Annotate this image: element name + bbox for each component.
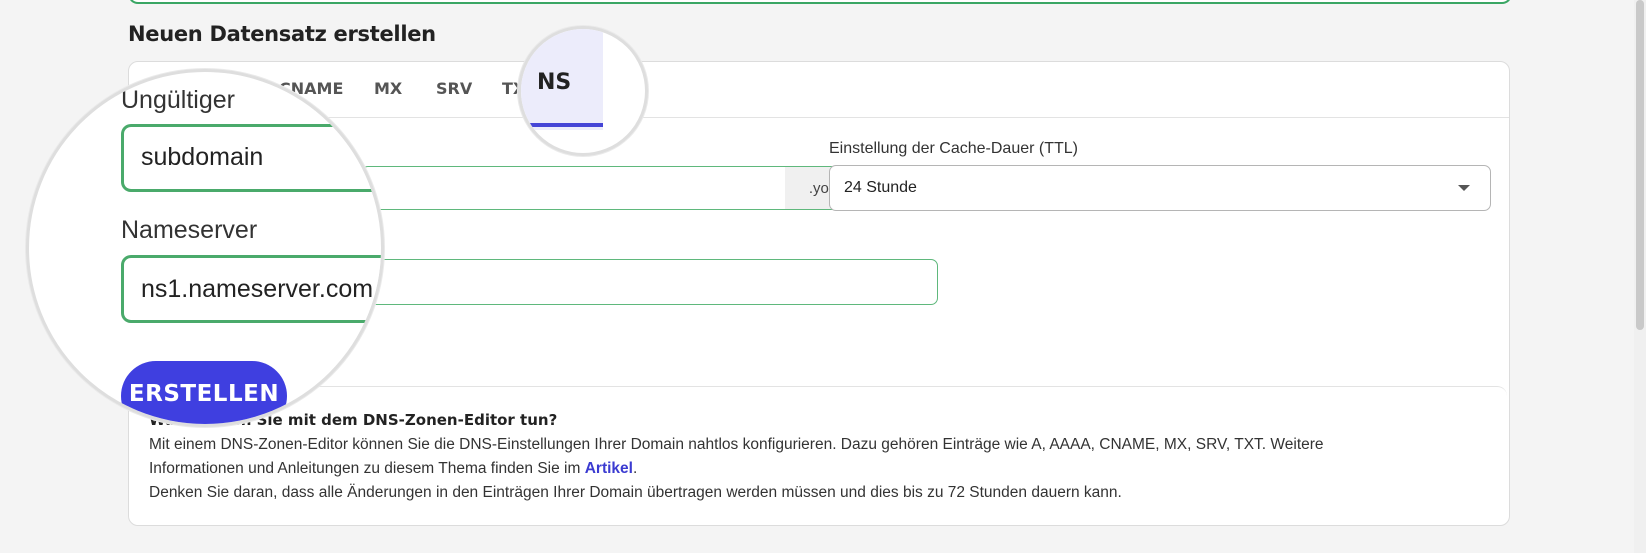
page-scrollbar[interactable] [1634,0,1646,553]
tab-ns[interactable]: NS [537,70,571,95]
info-text-line-2-suffix: . [632,460,638,477]
subdomain-value: subdomain [141,143,264,171]
info-text-line-3: Denken Sie daran, dass alle Änderungen i… [149,484,1122,501]
chevron-down-icon [1458,185,1470,191]
info-text-line-1: Mit einem DNS-Zonen-Editor können Sie di… [149,436,1324,453]
subdomain-input-zoomed[interactable]: subdomain [121,124,381,192]
record-type-tabs: CNAME MX SRV TX [129,62,1509,118]
tab-srv[interactable]: SRV [436,79,472,98]
magnifier-lens-tab: NS [518,26,648,156]
scrollbar-thumb[interactable] [1636,0,1644,330]
tab-ns-underline [521,123,603,127]
nameserver-input-zoomed[interactable]: ns1.nameserver.com [121,255,381,323]
info-box: Was können Sie mit dem DNS-Zonen-Editor … [129,386,1507,525]
article-link[interactable]: Artikel [585,460,633,477]
ttl-select[interactable]: 24 Stunde [829,165,1491,211]
section-title: Neuen Datensatz erstellen [128,22,436,46]
ttl-label: Einstellung der Cache-Dauer (TTL) [829,140,1078,157]
previous-card-edge [128,0,1512,4]
tab-mx[interactable]: MX [374,79,402,98]
create-button[interactable]: ERSTELLEN [121,361,287,424]
nameserver-label: Nameserver [121,216,258,244]
subdomain-label-zoomed: Ungültiger [121,86,235,114]
ttl-value: 24 Stunde [844,179,917,196]
nameserver-value: ns1.nameserver.com [141,275,374,303]
magnifier-lens-form: Ungültiger subdomain Nameserver ns1.name… [26,69,384,427]
nameserver-input[interactable] [361,259,938,305]
info-text-line-2: Informationen und Anleitungen zu diesem … [149,460,637,478]
info-text-line-2-prefix: Informationen und Anleitungen zu diesem … [149,460,581,477]
